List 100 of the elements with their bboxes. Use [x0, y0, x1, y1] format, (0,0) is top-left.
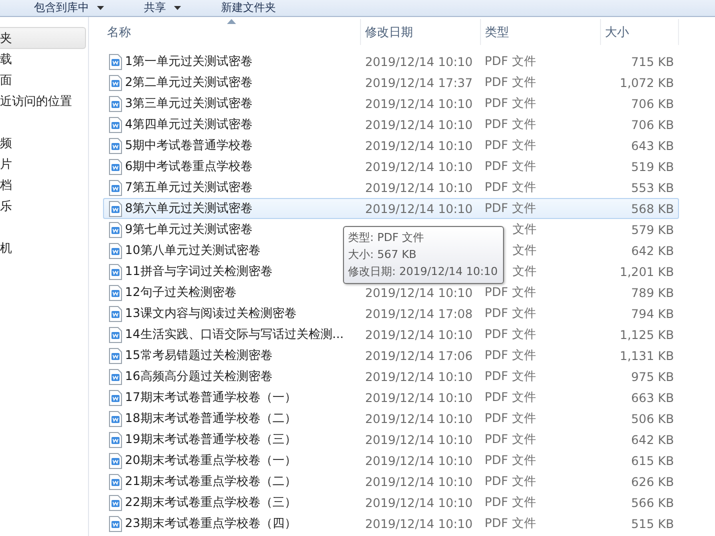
tooltip-line: 修改日期: 2019/12/14 10:10: [348, 264, 498, 280]
file-name[interactable]: 8第六单元过关测试密卷: [125, 200, 253, 217]
type-text: PDF 文件: [484, 368, 536, 385]
sidebar-item[interactable]: 片: [0, 154, 88, 175]
date-text: 2019/12/14 10:10: [365, 516, 473, 530]
file-name[interactable]: 10第八单元过关测试密卷: [125, 242, 260, 259]
file-name[interactable]: 12句子过关检测密卷: [125, 284, 236, 301]
sidebar-item[interactable]: 频: [0, 133, 88, 154]
file-name[interactable]: 20期末考试卷重点学校卷（一）: [125, 452, 296, 469]
type-text: PDF 文件: [484, 284, 536, 301]
tooltip-line: 类型: PDF 文件: [348, 230, 426, 246]
document-icon: [109, 390, 122, 406]
file-name[interactable]: 17期末考试卷普通学校卷（一）: [125, 389, 296, 406]
size-text: 706 KB: [631, 118, 674, 132]
document-icon: [109, 516, 122, 532]
date-text: 2019/12/14 10:10: [365, 138, 473, 152]
file-name[interactable]: 23期末考试卷重点学校卷（四）: [125, 515, 296, 532]
column-header[interactable]: 大小: [601, 19, 679, 45]
document-icon: [109, 264, 122, 280]
sidebar-item[interactable]: 载: [0, 49, 88, 70]
size-text: 626 KB: [631, 474, 674, 488]
sidebar-item[interactable]: 夹: [0, 27, 86, 49]
type-text: PDF 文件: [484, 53, 536, 70]
date-text: 2019/12/14 10:10: [365, 454, 473, 468]
file-name[interactable]: 6期中考试卷重点学校卷: [125, 158, 253, 175]
sidebar-item[interactable]: 面: [0, 70, 88, 91]
sidebar-item[interactable]: 档: [0, 175, 88, 196]
column-header[interactable]: 类型: [481, 19, 601, 45]
size-text: 568 KB: [631, 202, 674, 216]
file-name[interactable]: 15常考易错题过关检测密卷: [125, 347, 272, 364]
date-text: 2019/12/14 10:10: [365, 96, 473, 110]
size-text: 789 KB: [631, 286, 674, 300]
type-text: PDF 文件: [484, 515, 536, 532]
document-icon: [109, 96, 122, 112]
file-name[interactable]: 22期末考试卷重点学校卷（三）: [125, 494, 296, 511]
date-text: 2019/12/14 10:10: [365, 160, 473, 174]
file-name[interactable]: 7第五单元过关测试密卷: [125, 179, 253, 196]
file-name[interactable]: 3第三单元过关测试密卷: [125, 95, 253, 112]
document-icon: [109, 348, 122, 364]
size-text: 642 KB: [631, 432, 674, 446]
type-text: PDF 文件: [484, 473, 536, 490]
sidebar-item[interactable]: 近访问的位置: [0, 91, 88, 112]
document-icon: [109, 306, 122, 322]
file-name[interactable]: 19期末考试卷普通学校卷（三）: [125, 431, 296, 448]
type-text: PDF 文件: [484, 326, 536, 343]
sidebar-item[interactable]: 乐: [0, 196, 88, 217]
file-name[interactable]: 5期中考试卷普通学校卷: [125, 137, 253, 154]
file-name[interactable]: 14生活实践、口语交际与写话过关检测...: [125, 326, 344, 343]
column-header[interactable]: 修改日期: [361, 19, 481, 45]
size-text: 506 KB: [631, 412, 674, 426]
document-icon: [109, 200, 122, 216]
date-text: 2019/12/14 10:10: [365, 202, 473, 216]
type-text: PDF 文件: [484, 95, 536, 112]
file-name[interactable]: 16高频高分题过关检测密卷: [125, 368, 272, 385]
document-icon: [109, 116, 122, 132]
file-name[interactable]: 4第四单元过关测试密卷: [125, 116, 253, 133]
document-icon: [109, 54, 122, 70]
type-text: PDF 文件: [484, 179, 536, 196]
file-name[interactable]: 9第七单元过关测试密卷: [125, 221, 253, 238]
file-name[interactable]: 11拼音与字词过关检测密卷: [125, 263, 272, 280]
document-icon: [109, 158, 122, 174]
toolbar-button[interactable]: 包含到库中: [34, 1, 104, 15]
type-text: PDF 文件: [484, 452, 536, 469]
size-text: 706 KB: [631, 96, 674, 110]
document-icon: [109, 494, 122, 510]
document-icon: [109, 410, 122, 426]
date-text: 2019/12/14 17:06: [365, 348, 473, 362]
date-text: 2019/12/14 10:10: [365, 432, 473, 446]
file-name[interactable]: 2第二单元过关测试密卷: [125, 74, 253, 91]
document-icon: [109, 432, 122, 448]
size-text: 794 KB: [631, 306, 674, 320]
sidebar-item[interactable]: 机: [0, 238, 88, 259]
file-name[interactable]: 18期末考试卷普通学校卷（二）: [125, 410, 296, 427]
size-text: 566 KB: [631, 496, 674, 510]
type-text: PDF 文件: [484, 158, 536, 175]
date-text: 2019/12/14 10:10: [365, 390, 473, 404]
size-text: 1,131 KB: [620, 348, 674, 362]
type-text: PDF 文件: [484, 410, 536, 427]
file-name[interactable]: 13课文内容与阅读过关检测密卷: [125, 305, 296, 322]
size-text: 515 KB: [631, 516, 674, 530]
document-icon: [109, 138, 122, 154]
size-text: 1,072 KB: [620, 76, 674, 90]
toolbar-button[interactable]: 共享: [144, 1, 181, 15]
date-text: 2019/12/14 10:10: [365, 412, 473, 426]
size-text: 642 KB: [631, 244, 674, 258]
type-text: 文件: [512, 242, 537, 259]
type-text: PDF 文件: [484, 200, 536, 217]
size-text: 975 KB: [631, 370, 674, 384]
type-text: 文件: [512, 221, 537, 238]
file-row[interactable]: 8第六单元过关测试密卷 2019/12/14 10:10 PDF 文件 568 KB: [103, 198, 679, 219]
date-text: 2019/12/14 10:10: [365, 370, 473, 384]
date-text: 2019/12/14 17:08: [365, 306, 473, 320]
caret-icon: [174, 6, 181, 10]
date-text: 2019/12/14 17:37: [365, 76, 473, 90]
file-name[interactable]: 1第一单元过关测试密卷: [125, 53, 253, 70]
size-text: 519 KB: [631, 160, 674, 174]
file-name[interactable]: 21期末考试卷重点学校卷（二）: [125, 473, 296, 490]
document-icon: [109, 326, 122, 342]
toolbar-button[interactable]: 新建文件夹: [221, 1, 276, 15]
date-text: 2019/12/14 10:10: [365, 54, 473, 68]
